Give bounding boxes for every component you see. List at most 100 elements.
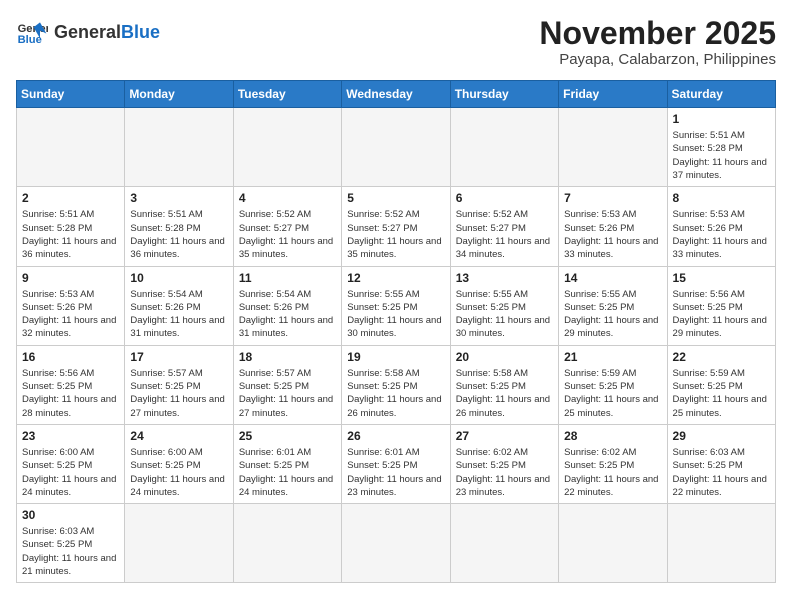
logo-icon: General Blue	[16, 16, 48, 48]
day-info: Sunrise: 6:02 AMSunset: 5:25 PMDaylight:…	[456, 446, 553, 499]
day-number: 3	[130, 191, 227, 205]
day-number: 19	[347, 350, 444, 364]
col-saturday: Saturday	[667, 81, 775, 108]
day-number: 29	[673, 429, 770, 443]
col-sunday: Sunday	[17, 81, 125, 108]
table-row: 22 Sunrise: 5:59 AMSunset: 5:25 PMDaylig…	[667, 345, 775, 424]
table-row: 24 Sunrise: 6:00 AMSunset: 5:25 PMDaylig…	[125, 424, 233, 503]
col-tuesday: Tuesday	[233, 81, 341, 108]
day-info: Sunrise: 5:51 AMSunset: 5:28 PMDaylight:…	[673, 129, 770, 182]
day-number: 12	[347, 271, 444, 285]
day-info: Sunrise: 5:53 AMSunset: 5:26 PMDaylight:…	[564, 208, 661, 261]
day-info: Sunrise: 5:57 AMSunset: 5:25 PMDaylight:…	[239, 367, 336, 420]
day-number: 28	[564, 429, 661, 443]
day-info: Sunrise: 5:52 AMSunset: 5:27 PMDaylight:…	[347, 208, 444, 261]
table-row: 17 Sunrise: 5:57 AMSunset: 5:25 PMDaylig…	[125, 345, 233, 424]
table-row	[233, 504, 341, 583]
day-info: Sunrise: 5:56 AMSunset: 5:25 PMDaylight:…	[22, 367, 119, 420]
day-number: 14	[564, 271, 661, 285]
day-number: 2	[22, 191, 119, 205]
col-thursday: Thursday	[450, 81, 558, 108]
table-row	[125, 108, 233, 187]
table-row	[125, 504, 233, 583]
table-row: 20 Sunrise: 5:58 AMSunset: 5:25 PMDaylig…	[450, 345, 558, 424]
table-row: 23 Sunrise: 6:00 AMSunset: 5:25 PMDaylig…	[17, 424, 125, 503]
title-area: November 2025 Payapa, Calabarzon, Philip…	[539, 16, 776, 68]
day-info: Sunrise: 5:55 AMSunset: 5:25 PMDaylight:…	[347, 288, 444, 341]
day-info: Sunrise: 5:59 AMSunset: 5:25 PMDaylight:…	[673, 367, 770, 420]
table-row	[233, 108, 341, 187]
day-info: Sunrise: 6:03 AMSunset: 5:25 PMDaylight:…	[673, 446, 770, 499]
table-row: 18 Sunrise: 5:57 AMSunset: 5:25 PMDaylig…	[233, 345, 341, 424]
day-info: Sunrise: 5:58 AMSunset: 5:25 PMDaylight:…	[456, 367, 553, 420]
day-info: Sunrise: 6:00 AMSunset: 5:25 PMDaylight:…	[130, 446, 227, 499]
col-monday: Monday	[125, 81, 233, 108]
table-row: 28 Sunrise: 6:02 AMSunset: 5:25 PMDaylig…	[559, 424, 667, 503]
day-info: Sunrise: 5:55 AMSunset: 5:25 PMDaylight:…	[456, 288, 553, 341]
day-info: Sunrise: 5:53 AMSunset: 5:26 PMDaylight:…	[22, 288, 119, 341]
day-info: Sunrise: 5:54 AMSunset: 5:26 PMDaylight:…	[239, 288, 336, 341]
day-number: 20	[456, 350, 553, 364]
day-info: Sunrise: 6:03 AMSunset: 5:25 PMDaylight:…	[22, 525, 119, 578]
table-row: 26 Sunrise: 6:01 AMSunset: 5:25 PMDaylig…	[342, 424, 450, 503]
day-number: 15	[673, 271, 770, 285]
day-number: 13	[456, 271, 553, 285]
table-row: 19 Sunrise: 5:58 AMSunset: 5:25 PMDaylig…	[342, 345, 450, 424]
day-info: Sunrise: 6:00 AMSunset: 5:25 PMDaylight:…	[22, 446, 119, 499]
day-number: 27	[456, 429, 553, 443]
day-number: 7	[564, 191, 661, 205]
col-friday: Friday	[559, 81, 667, 108]
day-info: Sunrise: 5:59 AMSunset: 5:25 PMDaylight:…	[564, 367, 661, 420]
day-number: 21	[564, 350, 661, 364]
day-info: Sunrise: 5:58 AMSunset: 5:25 PMDaylight:…	[347, 367, 444, 420]
table-row	[559, 108, 667, 187]
day-info: Sunrise: 6:01 AMSunset: 5:25 PMDaylight:…	[347, 446, 444, 499]
calendar-header-row: Sunday Monday Tuesday Wednesday Thursday…	[17, 81, 776, 108]
day-info: Sunrise: 5:55 AMSunset: 5:25 PMDaylight:…	[564, 288, 661, 341]
day-number: 18	[239, 350, 336, 364]
table-row: 6 Sunrise: 5:52 AMSunset: 5:27 PMDayligh…	[450, 187, 558, 266]
table-row: 5 Sunrise: 5:52 AMSunset: 5:27 PMDayligh…	[342, 187, 450, 266]
day-info: Sunrise: 5:54 AMSunset: 5:26 PMDaylight:…	[130, 288, 227, 341]
day-number: 10	[130, 271, 227, 285]
day-number: 16	[22, 350, 119, 364]
day-info: Sunrise: 5:57 AMSunset: 5:25 PMDaylight:…	[130, 367, 227, 420]
day-number: 25	[239, 429, 336, 443]
table-row	[17, 108, 125, 187]
table-row: 25 Sunrise: 6:01 AMSunset: 5:25 PMDaylig…	[233, 424, 341, 503]
table-row	[450, 504, 558, 583]
day-info: Sunrise: 5:52 AMSunset: 5:27 PMDaylight:…	[239, 208, 336, 261]
table-row: 3 Sunrise: 5:51 AMSunset: 5:28 PMDayligh…	[125, 187, 233, 266]
calendar-table: Sunday Monday Tuesday Wednesday Thursday…	[16, 80, 776, 583]
table-row: 21 Sunrise: 5:59 AMSunset: 5:25 PMDaylig…	[559, 345, 667, 424]
day-number: 8	[673, 191, 770, 205]
day-info: Sunrise: 6:02 AMSunset: 5:25 PMDaylight:…	[564, 446, 661, 499]
location-title: Payapa, Calabarzon, Philippines	[539, 51, 776, 68]
day-number: 23	[22, 429, 119, 443]
table-row: 7 Sunrise: 5:53 AMSunset: 5:26 PMDayligh…	[559, 187, 667, 266]
table-row	[342, 108, 450, 187]
day-number: 11	[239, 271, 336, 285]
table-row	[342, 504, 450, 583]
day-info: Sunrise: 5:52 AMSunset: 5:27 PMDaylight:…	[456, 208, 553, 261]
table-row	[559, 504, 667, 583]
day-number: 4	[239, 191, 336, 205]
table-row: 13 Sunrise: 5:55 AMSunset: 5:25 PMDaylig…	[450, 266, 558, 345]
day-number: 6	[456, 191, 553, 205]
table-row: 12 Sunrise: 5:55 AMSunset: 5:25 PMDaylig…	[342, 266, 450, 345]
table-row	[667, 504, 775, 583]
table-row: 30 Sunrise: 6:03 AMSunset: 5:25 PMDaylig…	[17, 504, 125, 583]
svg-text:Blue: Blue	[18, 34, 42, 46]
day-number: 1	[673, 112, 770, 126]
day-info: Sunrise: 6:01 AMSunset: 5:25 PMDaylight:…	[239, 446, 336, 499]
month-title: November 2025	[539, 16, 776, 51]
table-row: 27 Sunrise: 6:02 AMSunset: 5:25 PMDaylig…	[450, 424, 558, 503]
table-row: 16 Sunrise: 5:56 AMSunset: 5:25 PMDaylig…	[17, 345, 125, 424]
table-row: 29 Sunrise: 6:03 AMSunset: 5:25 PMDaylig…	[667, 424, 775, 503]
logo: General Blue GeneralBlue	[16, 16, 160, 48]
day-info: Sunrise: 5:56 AMSunset: 5:25 PMDaylight:…	[673, 288, 770, 341]
col-wednesday: Wednesday	[342, 81, 450, 108]
day-info: Sunrise: 5:53 AMSunset: 5:26 PMDaylight:…	[673, 208, 770, 261]
day-number: 26	[347, 429, 444, 443]
table-row: 8 Sunrise: 5:53 AMSunset: 5:26 PMDayligh…	[667, 187, 775, 266]
